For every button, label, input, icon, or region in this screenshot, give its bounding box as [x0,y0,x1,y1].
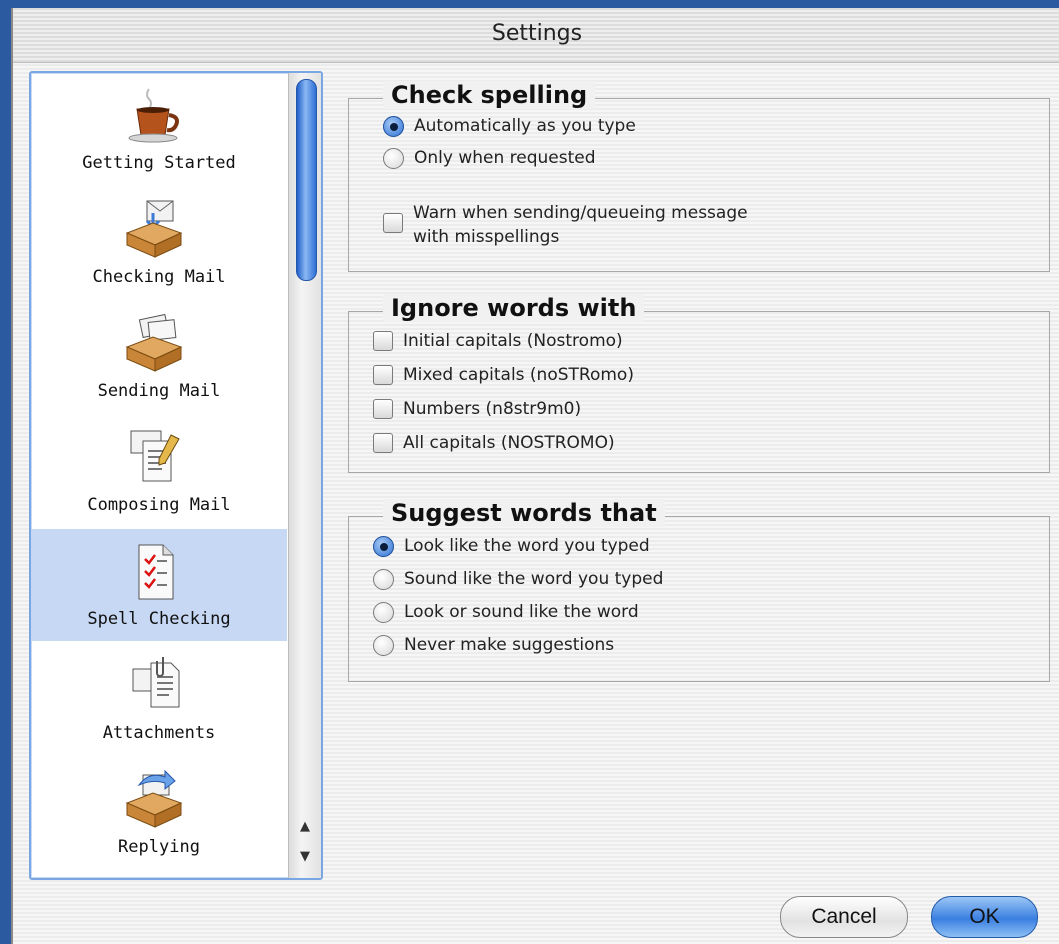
sidebar-item-label: Sending Mail [97,381,221,401]
checkbox-label: Initial capitals (Nostromo) [403,331,623,351]
sidebar-item-getting-started[interactable]: Getting Started [31,73,287,185]
radio-only-when-requested[interactable]: Only when requested [383,145,596,171]
checkbox-numbers[interactable]: Numbers (n8str9m0) [373,396,581,422]
radio-button-selected[interactable] [373,535,394,557]
checkbox-initial-capitals[interactable]: Initial capitals (Nostromo) [373,328,623,354]
cancel-button[interactable]: Cancel [780,896,908,938]
checkbox-label: Numbers (n8str9m0) [403,399,582,419]
settings-category-list[interactable]: Getting Started Checking Mail Sending Ma… [29,71,323,880]
checkbox-label: Mixed capitals (noSTRomo) [403,365,634,385]
outbox-tray-icon [125,313,183,372]
sidebar-item-sending-mail[interactable]: Sending Mail [31,301,287,413]
sidebar-item-attachments[interactable]: Attachments [31,643,287,755]
radio-button[interactable] [373,601,394,623]
checkbox[interactable] [383,213,403,233]
warn-line-2: with misspellings [413,227,560,247]
sidebar-item-spell-checking[interactable]: Spell Checking [31,529,287,641]
sidebar-item-label: Getting Started [82,153,236,173]
sidebar-scrollbar[interactable]: ▲ ▼ [288,73,321,878]
scrollbar-thumb[interactable] [296,79,317,281]
checkbox[interactable] [373,365,393,385]
sidebar-item-label: Replying [118,837,200,857]
sidebar-item-label: Spell Checking [87,609,231,629]
coffee-cup-icon [128,88,179,143]
checkbox[interactable] [373,331,393,351]
radio-button[interactable] [373,634,394,656]
compose-document-icon [130,430,180,482]
reply-tray-icon [125,769,183,828]
checkbox-mixed-capitals[interactable]: Mixed capitals (noSTRomo) [373,362,634,388]
suggest-words-group: Suggest words that Look like the word yo… [348,499,1050,682]
checkbox[interactable] [373,433,393,453]
radio-label: Look like the word you typed [404,536,650,556]
checkbox[interactable] [373,399,393,419]
warn-line-1: Warn when sending/queueing message [413,203,748,223]
sidebar-item-label: Composing Mail [87,495,231,515]
ok-button[interactable]: OK [931,896,1038,938]
radio-button-selected[interactable] [383,115,404,137]
radio-label: Sound like the word you typed [404,569,664,589]
sidebar-item-replying[interactable]: Replying [31,757,287,869]
radio-button[interactable] [373,568,394,590]
checkbox-label: Warn when sending/queueing message with … [413,201,748,249]
checkbox-warn-misspellings[interactable]: Warn when sending/queueing message with … [383,201,748,249]
check-spelling-title: Check spelling [383,81,596,109]
inbox-tray-icon [125,200,183,258]
attachment-documents-icon [132,657,180,708]
category-items: Getting Started Checking Mail Sending Ma… [31,73,287,878]
radio-label: Never make suggestions [404,635,615,655]
sidebar-item-checking-mail[interactable]: Checking Mail [31,187,287,299]
checkbox-label: All capitals (NOSTROMO) [403,433,615,453]
sidebar-item-composing-mail[interactable]: Composing Mail [31,415,287,527]
scroll-down-arrow-icon[interactable]: ▼ [289,844,321,870]
suggest-words-title: Suggest words that [383,499,665,527]
window-title: Settings [491,21,583,46]
radio-label: Look or sound like the word [404,602,639,622]
radio-label: Automatically as you type [414,116,636,136]
radio-label: Only when requested [414,148,596,168]
sidebar-item-label: Attachments [102,723,216,743]
radio-button[interactable] [383,147,404,169]
radio-look-like[interactable]: Look like the word you typed [373,533,650,559]
settings-window: Settings Getting Started Checking Mail S… [11,8,1059,944]
title-bar[interactable]: Settings [13,8,1059,63]
check-spelling-group: Check spelling Automatically as you type… [348,81,1050,272]
radio-look-or-sound[interactable]: Look or sound like the word [373,599,639,625]
radio-automatically[interactable]: Automatically as you type [383,113,636,139]
sidebar-item-label: Checking Mail [92,267,226,287]
radio-sound-like[interactable]: Sound like the word you typed [373,566,663,592]
ignore-words-group: Ignore words with Initial capitals (Nost… [348,294,1050,473]
ignore-words-title: Ignore words with [383,294,645,322]
radio-never-suggest[interactable]: Never make suggestions [373,632,614,658]
spell-check-document-icon [138,544,174,600]
checkbox-all-capitals[interactable]: All capitals (NOSTROMO) [373,430,615,456]
scroll-up-arrow-icon[interactable]: ▲ [289,814,321,840]
